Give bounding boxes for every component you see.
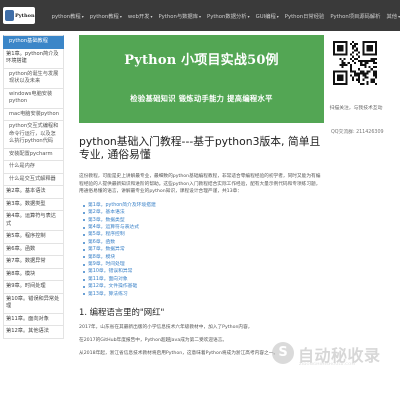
sidebar-item[interactable]: python的诞生与发展现状以及未来 [3,68,64,89]
toc-link[interactable]: 第13章。算法练习 [83,291,324,298]
chevron-down-icon: ▾ [276,13,279,19]
nav-item[interactable]: GUI编程▾ [253,12,282,20]
nav-item-label: python教程 [51,13,81,20]
nav-item-label: Python项目源码解析 [330,13,381,20]
sidebar-item[interactable]: python交互式编程和命令行运行，以及怎么执行python代码 [3,121,64,149]
nav-item-label: web开发 [127,13,150,20]
nav-item-label: Python日常经验 [284,13,325,20]
toc-link[interactable]: 第10章。错误和异常 [83,268,324,275]
sidebar-chapter[interactable]: 第5章。程序控制 [3,231,64,244]
toc-link[interactable]: 第9章。时间处理 [83,261,324,268]
chevron-down-icon: ▾ [81,13,84,19]
nav-item[interactable]: python教程▾ [49,12,87,20]
nav-item[interactable]: Python日常经验 [282,12,328,20]
top-navbar: Python python教程▾ python教程▾ web开发▾ Python与数据… [0,0,400,31]
article: python基础入门教程---基于python3版本, 简单且专业, 通俗易懂 … [79,135,324,358]
banner-subtitle: 检验基础知识 锻炼动手能力 提高编程水平 [130,94,273,103]
chevron-down-icon: ▾ [199,13,202,19]
nav-item-label: GUI编程 [255,13,276,20]
logo-text: Python [15,12,35,19]
watermark-logo-icon: S [272,342,294,364]
sidebar-chapter[interactable]: 第4章。运算符与表达式 [3,211,64,231]
toc-link[interactable]: 第12章。文件操作基础 [83,283,324,290]
sidebar-item[interactable]: python基础教程 [3,35,64,49]
nav-item[interactable]: 其他▾ [383,12,400,20]
toc-link[interactable]: 第11章。面向对象 [83,276,324,283]
nav-menu: python教程▾ python教程▾ web开发▾ Python与数据库▾ Pytho… [49,12,400,20]
sidebar: python基础教程 第1章。python简介及环境搭建 python的诞生与发展现… [3,35,64,400]
site-logo[interactable]: Python [3,7,35,24]
nav-item[interactable]: web开发▾ [125,12,156,20]
qr-code [333,41,377,85]
toc-link[interactable]: 第6章。函数 [83,239,324,246]
banner-title: Python 小项目实战50例 [124,53,279,68]
nav-item-label: Python数据分析 [207,13,247,20]
toc-link[interactable]: 第8章。模块 [83,254,324,261]
toc-link[interactable]: 第7章。数据异常 [83,246,324,253]
article-title: python基础入门教程---基于python3版本, 简单且专业, 通俗易懂 [79,135,321,161]
sidebar-chapter[interactable]: 第8章。模块 [3,268,64,281]
chevron-down-icon: ▾ [150,13,153,19]
sidebar-item[interactable]: windows电脑安装python [3,88,64,109]
banner[interactable]: Python 小项目实战50例 检验基础知识 锻炼动手能力 提高编程水平 [79,35,324,123]
sidebar-chapter[interactable]: 第9章。时间处理 [3,281,64,294]
chevron-down-icon: ▾ [119,13,122,19]
qq-group-line: QQ交流群: 211426309 [331,130,384,135]
sidebar-chapter[interactable]: 第2章。基本语法 [3,186,64,199]
sidebar-chapter[interactable]: 第7章。数据异常 [3,256,64,269]
table-of-contents: 第1章。python简介及环境搭建 第2章。基本语法 第3章。数据类型 第4章。运算符… [79,202,324,298]
sidebar-item[interactable]: 安装配置pycharm [3,148,64,161]
qr-caption: 扫描关注，与我技术互动 [329,106,383,111]
sidebar-item[interactable]: mac电脑安装python [3,108,64,121]
toc-link[interactable]: 第1章。python简介及环境搭建 [83,202,324,209]
sidebar-chapter[interactable]: 第3章。数据类型 [3,198,64,211]
toc-link[interactable]: 第2章。基本语法 [83,209,324,216]
sidebar-chapter[interactable]: 第1章。python简介及环境搭建 [3,48,64,69]
nav-item[interactable]: Python数据分析▾ [204,12,253,20]
nav-item-label: Python与数据库 [158,13,199,20]
toc-link[interactable]: 第3章。数据类型 [83,217,324,224]
sidebar-item[interactable]: 什么是交互式解释器 [3,173,64,186]
sidebar-chapter[interactable]: 第12章。其他语法 [3,326,64,339]
nav-item[interactable]: python教程▾ [87,12,125,20]
toc-link[interactable]: 第5章。程序控制 [83,231,324,238]
toc-link[interactable]: 第4章。运算符与表达式 [83,224,324,231]
nav-item[interactable]: Python项目源码解析 [327,12,383,20]
section-title: 1. 编程语言里的"网红" [79,307,165,318]
watermark-subtext: ZIDONGMIMISHOULU.COM [299,361,356,366]
python-logo-icon [5,10,14,21]
sidebar-chapter[interactable]: 第11章。面向对象 [3,313,64,326]
nav-item-label: python教程 [89,13,119,20]
sidebar-item[interactable]: 什么是内存 [3,161,64,174]
article-paragraph: 2017年，山东省在其最新出版的小学信息技术六年级教材中，加入了Python内容… [79,325,253,331]
article-intro: 这份教程，可能是史上讲解最专业，最细致的python基础编程教程，非常适合零编程… [79,174,321,195]
sidebar-chapter[interactable]: 第10章。错误和异常处理 [3,293,64,314]
sidebar-chapter[interactable]: 第6章。函数 [3,243,64,256]
nav-item-label: 其他 [386,13,398,20]
chevron-down-icon: ▾ [247,13,250,19]
nav-item[interactable]: Python与数据库▾ [155,12,204,20]
watermark: S 自动秘收录 ZIDONGMIMISHOULU.COM [272,340,397,370]
